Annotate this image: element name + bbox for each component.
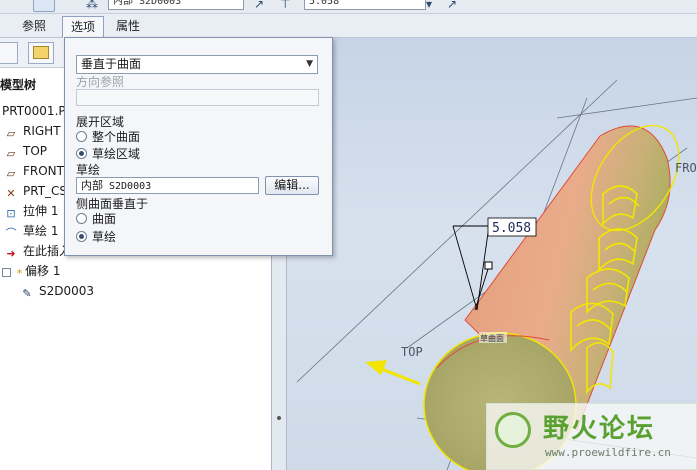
watermark: 野火论坛 www.proewildfire.cn <box>486 403 697 470</box>
tree-item-label: 拉伸 1 <box>23 204 59 218</box>
side-normal-sketch-radio[interactable]: 草绘 <box>76 228 116 245</box>
tree-item-label: TOP <box>23 144 48 158</box>
sketch-field-name: S2D0003 <box>109 181 152 192</box>
direction-ref-label: 方向参照 <box>76 75 125 89</box>
sketch-ref-icon: ⁂ <box>86 0 98 11</box>
tree-item-sketch-sub[interactable]: ✎ S2D0003 <box>20 282 94 300</box>
tree-item-label: 草绘 1 <box>23 224 59 238</box>
tree-item-extrude[interactable]: ⊡ 拉伸 1 <box>4 202 58 220</box>
dimension-direction-icon[interactable]: ⊤ <box>280 0 290 11</box>
tree-item-csys[interactable]: ✕ PRT_CS <box>4 182 67 200</box>
edit-sketch-button[interactable]: 编辑... <box>265 176 319 195</box>
expand-entire-surface-radio[interactable]: 整个曲面 <box>76 128 140 145</box>
expand-sketch-area-radio[interactable]: 草绘区域 <box>76 145 140 162</box>
tree-item-offset[interactable]: * 偏移 1 <box>2 262 60 280</box>
flip-direction-icon[interactable]: ↗ <box>254 0 264 11</box>
direction-arrow[interactable] <box>365 360 421 386</box>
sketch-edit-icon: ✎ <box>22 287 32 300</box>
watermark-title: 野火论坛 <box>543 414 656 444</box>
tree-item-sketch[interactable]: ⌒ 草绘 1 <box>4 222 59 240</box>
sketch-ref-field[interactable]: 内部 S2D0003 <box>108 0 244 10</box>
tree-item-label: PRT0001.P <box>2 104 66 118</box>
datum-label-front: FRO <box>675 161 697 175</box>
datum-plane-icon: ▱ <box>6 147 16 160</box>
radio-label: 草绘区域 <box>92 147 141 161</box>
dashboard-tabs: 参照 选项 属性 <box>0 14 697 39</box>
tree-item-right[interactable]: ▱ RIGHT <box>4 122 61 140</box>
watermark-logo <box>495 412 531 448</box>
tab-properties[interactable]: 属性 <box>108 16 148 38</box>
direction-ref-field <box>76 89 319 106</box>
tree-item-label: S2D0003 <box>39 284 95 298</box>
model-tree-title: 模型树 <box>0 78 37 92</box>
tree-item-top[interactable]: ▱ TOP <box>4 142 47 160</box>
offset-value-field[interactable]: 5.058 <box>304 0 426 10</box>
side-normal-surface-radio[interactable]: 曲面 <box>76 210 116 227</box>
offset-dropdown-icon[interactable]: ▾ <box>426 0 432 11</box>
folder-browser-tab-button[interactable] <box>28 42 54 64</box>
radio-circle-selected <box>76 148 87 159</box>
datum-plane-icon: ▱ <box>6 167 16 180</box>
direction-select-value: 垂直于曲面 <box>81 57 142 71</box>
tree-item-label: PRT_CS <box>23 184 68 198</box>
sketch-field[interactable]: 内部 S2D0003 <box>76 177 259 194</box>
watermark-url: www.proewildfire.cn <box>545 446 671 459</box>
drag-handle[interactable] <box>484 261 493 270</box>
tab-references[interactable]: 参照 <box>14 16 54 38</box>
tree-item-insert-here[interactable]: ➜ 在此插入 <box>4 242 71 260</box>
radio-circle-selected <box>76 231 87 242</box>
sketch-label: 草绘 <box>76 163 101 177</box>
tree-item-label: RIGHT <box>23 124 61 138</box>
model-tree-tab-button[interactable] <box>0 42 18 64</box>
radio-circle <box>76 213 87 224</box>
datum-plane-icon: ▱ <box>6 127 16 140</box>
sketch-icon: ⌒ <box>5 227 17 240</box>
tab-options[interactable]: 选项 <box>62 16 105 39</box>
surface-tag: 草曲面 <box>480 333 504 343</box>
tree-item-label: 偏移 1 <box>25 264 61 278</box>
direction-select[interactable]: 垂直于曲面 ▼ <box>76 55 318 74</box>
dashboard-button[interactable] <box>33 0 55 12</box>
sketch-field-prefix: 内部 <box>81 179 103 192</box>
datum-label-top: TOP <box>401 345 423 359</box>
sash-dot <box>277 416 281 420</box>
tree-item-label: FRONT <box>23 164 64 178</box>
tree-item-front[interactable]: ▱ FRONT <box>4 162 64 180</box>
folder-icon <box>33 46 49 59</box>
radio-label: 整个曲面 <box>92 130 141 144</box>
dimension-value[interactable]: 5.058 <box>492 221 531 236</box>
radio-label: 曲面 <box>92 212 117 226</box>
csys-icon: ✕ <box>6 187 16 200</box>
offset-icon: * <box>16 267 23 280</box>
tree-item-part[interactable]: PRT0001.P <box>2 102 66 120</box>
radio-circle <box>76 131 87 142</box>
expand-box-icon <box>2 268 11 277</box>
chevron-down-icon: ▼ <box>306 59 313 69</box>
flip-icon[interactable]: ↗ <box>447 0 457 11</box>
insert-arrow-icon: ➜ <box>6 247 16 260</box>
top-toolbar: ⁂ 内部 S2D0003 ↗ ⊤ 5.058 ▾ ↗ <box>0 0 697 14</box>
options-panel: 垂直于曲面 ▼ 方向参照 展开区域 整个曲面 草绘区域 草绘 内部 S2D0003… <box>64 37 333 256</box>
radio-label: 草绘 <box>92 230 117 244</box>
extrude-icon: ⊡ <box>6 207 16 220</box>
